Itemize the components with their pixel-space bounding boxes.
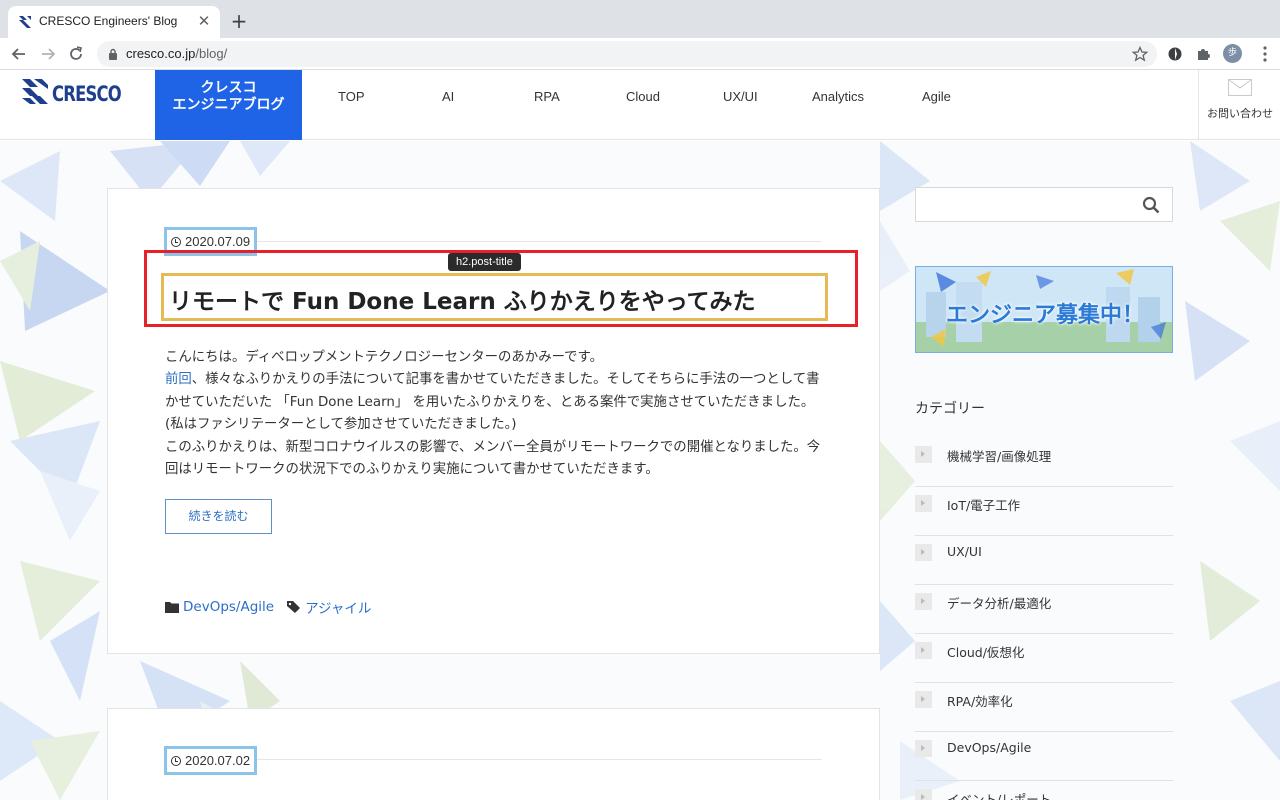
excerpt-paragraph1: 前回、様々なふりかえりの手法について記事を書かせていただきました。そしてそちらに…: [165, 369, 825, 436]
profile-avatar[interactable]: 歩: [1223, 44, 1242, 63]
browser-tab[interactable]: CRESCO Engineers' Blog ✕: [8, 6, 220, 38]
lock-icon: [109, 48, 117, 60]
excerpt-line1: こんにちは。ディベロップメントテクノロジーセンターのあかみーです。: [165, 350, 604, 365]
category-item[interactable]: UX/UI: [915, 536, 1173, 585]
search-icon[interactable]: [1142, 196, 1160, 214]
category-link[interactable]: DevOps/Agile: [183, 599, 274, 615]
address-bar[interactable]: cresco.co.jp/blog/: [97, 41, 1157, 67]
post-date-text: 2020.07.02: [185, 753, 251, 768]
chevron-right-icon: [915, 593, 932, 610]
category-label: DevOps/Agile: [947, 740, 1032, 755]
nav-rpa[interactable]: RPA: [534, 89, 560, 104]
puzzle-extensions-icon[interactable]: [1192, 43, 1214, 65]
post-date: 2020.07.02: [164, 746, 258, 775]
nav-analytics[interactable]: Analytics: [812, 89, 864, 104]
category-label: UX/UI: [947, 544, 982, 559]
reload-icon[interactable]: [64, 42, 88, 66]
recruit-banner[interactable]: エンジニア募集中！: [915, 266, 1173, 353]
folder-icon: [165, 602, 179, 613]
contact-label: お問い合わせ: [1207, 107, 1273, 120]
category-label: 機械学習/画像処理: [947, 449, 1052, 464]
category-item[interactable]: Cloud/仮想化: [915, 634, 1173, 683]
category-item[interactable]: DevOps/Agile: [915, 732, 1173, 781]
site-header: CRESCO クレスコ エンジニアブログ TOP AI RPA Cloud UX…: [0, 70, 1280, 140]
browser-tabstrip: CRESCO Engineers' Blog ✕ +: [0, 0, 1280, 38]
blog-badge[interactable]: クレスコ エンジニアブログ: [155, 70, 302, 140]
mail-icon: [1228, 79, 1252, 96]
chevron-right-icon: [915, 740, 932, 757]
meta-divider: [165, 759, 822, 760]
bookmark-star-icon[interactable]: [1132, 46, 1148, 62]
contact-button[interactable]: お問い合わせ: [1198, 70, 1280, 140]
cresco-favicon-icon: [19, 16, 31, 28]
nav-cloud[interactable]: Cloud: [626, 89, 660, 104]
extension-icon[interactable]: [1164, 43, 1186, 65]
category-item[interactable]: RPA/効率化: [915, 683, 1173, 732]
category-label: イベント/レポート: [947, 792, 1052, 800]
previous-post-link[interactable]: 前回: [165, 372, 192, 387]
category-item[interactable]: イベント/レポート: [915, 781, 1173, 800]
chevron-right-icon: [915, 446, 932, 463]
tab-close-icon[interactable]: ✕: [194, 11, 214, 31]
post-taxonomy: DevOps/Agile アジャイル: [165, 597, 371, 617]
tag-icon: [287, 601, 301, 613]
excerpt-paragraph2: このふりかえりは、新型コロナウイルスの影響で、メンバー全員がリモートワークでの開…: [165, 439, 821, 478]
new-tab-plus-icon[interactable]: +: [229, 11, 249, 31]
blog-badge-line2: エンジニアブログ: [172, 97, 285, 113]
categories-heading: カテゴリー: [915, 401, 985, 417]
category-item[interactable]: 機械学習/画像処理: [915, 438, 1173, 487]
chevron-right-icon: [915, 691, 932, 708]
blog-badge-line1: クレスコ: [200, 80, 257, 96]
chevron-right-icon: [915, 642, 932, 659]
browser-toolbar: cresco.co.jp/blog/ 歩: [0, 38, 1280, 70]
meta-divider: [165, 241, 822, 242]
chevron-right-icon: [915, 789, 932, 800]
post-date-text: 2020.07.09: [185, 234, 251, 249]
category-label: Cloud/仮想化: [947, 645, 1025, 660]
chevron-right-icon: [915, 544, 932, 561]
cresco-mark-icon: [22, 79, 48, 104]
post-title-box: リモートで Fun Done Learn ふりかえりをやってみた: [161, 273, 828, 321]
post-card: 2020.07.09 リモートで Fun Done Learn ふりかえりをやっ…: [107, 188, 880, 654]
logo-text: CRESCO: [52, 82, 122, 106]
post-title[interactable]: リモートで Fun Done Learn ふりかえりをやってみた: [169, 282, 756, 316]
cresco-logo[interactable]: CRESCO: [22, 78, 140, 110]
nav-agile[interactable]: Agile: [922, 89, 951, 104]
banner-text: エンジニア募集中！: [945, 303, 1144, 328]
nav-ux-ui[interactable]: UX/UI: [723, 89, 758, 104]
tag-link[interactable]: アジャイル: [305, 597, 371, 617]
browser-menu-icon[interactable]: [1255, 44, 1275, 64]
post-excerpt: こんにちは。ディベロップメントテクノロジーセンターのあかみーです。 前回、様々な…: [165, 347, 825, 481]
clock-icon: [171, 755, 181, 766]
category-label: データ分析/最適化: [947, 596, 1052, 611]
sidebar-search: [915, 187, 1173, 222]
category-label: RPA/効率化: [947, 694, 1013, 709]
read-more-button[interactable]: 続きを読む: [165, 499, 272, 534]
category-label: IoT/電子工作: [947, 498, 1021, 513]
post-card: 2020.07.02: [107, 708, 880, 800]
back-arrow-icon[interactable]: [7, 42, 31, 66]
search-input[interactable]: [922, 193, 1132, 216]
url-text: cresco.co.jp/blog/: [126, 46, 228, 61]
category-item[interactable]: データ分析/最適化: [915, 585, 1173, 634]
nav-top[interactable]: TOP: [338, 89, 365, 104]
forward-arrow-icon[interactable]: [36, 42, 60, 66]
category-item[interactable]: IoT/電子工作: [915, 487, 1173, 536]
excerpt-rest: 、様々なふりかえりの手法について記事を書かせていただきました。そしてそちらに手法…: [165, 372, 820, 433]
tab-title: CRESCO Engineers' Blog: [39, 14, 178, 28]
nav-ai[interactable]: AI: [442, 89, 454, 104]
clock-icon: [171, 236, 181, 247]
inspector-tooltip: h2.post-title: [448, 253, 521, 271]
chevron-right-icon: [915, 495, 932, 512]
